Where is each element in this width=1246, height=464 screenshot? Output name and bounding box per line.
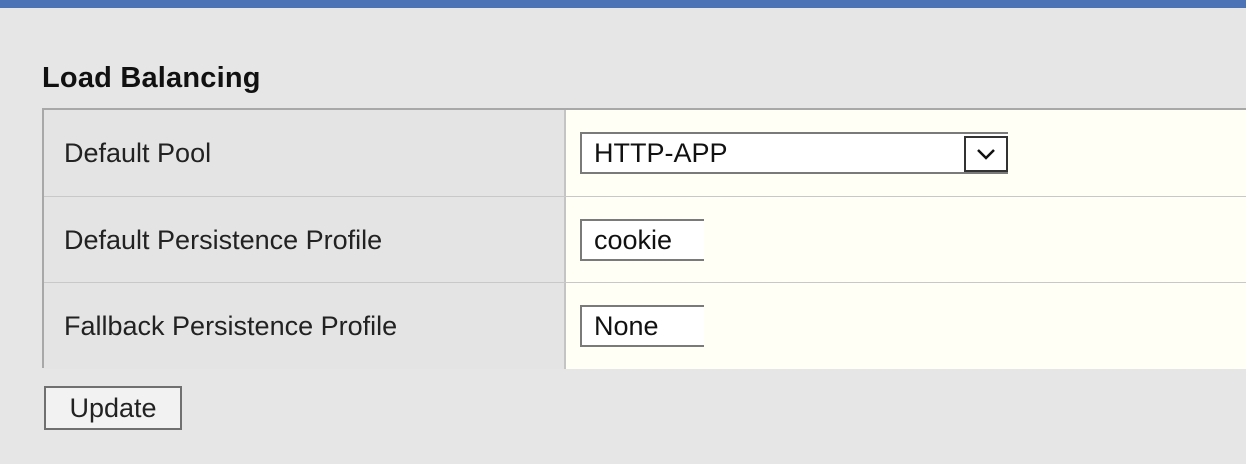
- default-pool-value-cell: HTTP-APP: [566, 110, 1246, 196]
- default-pool-select[interactable]: HTTP-APP: [580, 132, 1008, 174]
- default-pool-selected-value: HTTP-APP: [594, 137, 728, 168]
- default-pool-row: Default Pool HTTP-APP: [44, 110, 1246, 196]
- default-persistence-profile-row: Default Persistence Profile cookie: [44, 196, 1246, 283]
- window-top-strip: [0, 0, 1246, 8]
- load-balancing-page: Load Balancing Default Pool HTTP-APP Def…: [0, 0, 1246, 464]
- default-persistence-profile-value: cookie: [594, 224, 673, 255]
- section-title: Load Balancing: [42, 62, 261, 94]
- fallback-persistence-profile-row: Fallback Persistence Profile None: [44, 282, 1246, 369]
- default-persistence-profile-label: Default Persistence Profile: [44, 197, 566, 283]
- fallback-persistence-profile-value: None: [594, 310, 659, 341]
- fallback-persistence-profile-value-cell: None: [566, 283, 1246, 369]
- default-persistence-profile-field[interactable]: cookie: [580, 219, 704, 261]
- default-pool-label: Default Pool: [44, 110, 566, 196]
- fallback-persistence-profile-label: Fallback Persistence Profile: [44, 283, 566, 369]
- update-button[interactable]: Update: [44, 386, 182, 430]
- default-persistence-profile-value-cell: cookie: [566, 197, 1246, 283]
- load-balancing-settings-table: Default Pool HTTP-APP Default Persistenc…: [42, 108, 1246, 369]
- fallback-persistence-profile-field[interactable]: None: [580, 305, 704, 347]
- chevron-down-icon[interactable]: [964, 136, 1008, 172]
